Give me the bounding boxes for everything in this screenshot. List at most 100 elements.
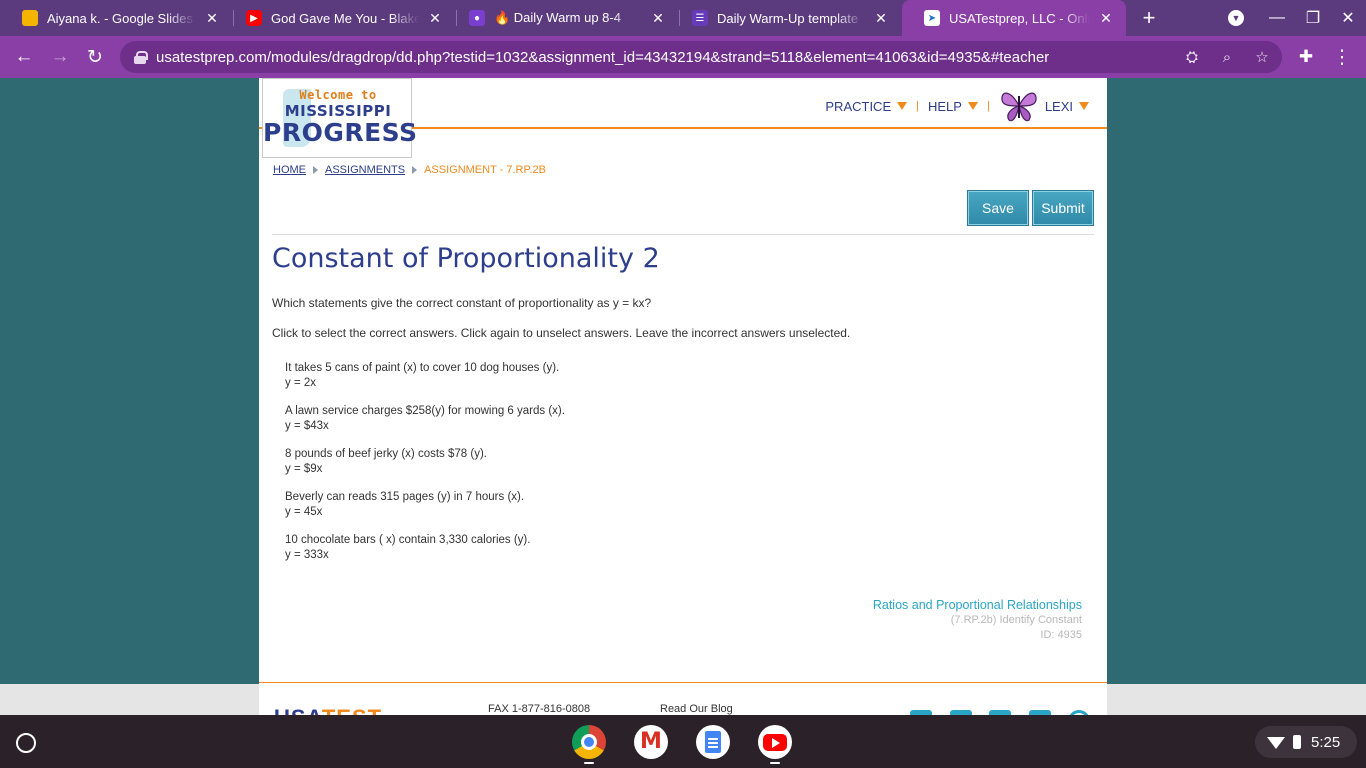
reload-icon[interactable]: ↻ bbox=[79, 41, 111, 73]
running-indicator bbox=[584, 762, 594, 764]
back-icon[interactable]: ← bbox=[8, 41, 40, 73]
close-icon[interactable]: ✕ bbox=[650, 10, 666, 27]
footer-logo-usa: USA bbox=[274, 705, 322, 715]
tab-search-icon[interactable]: ▼ bbox=[1218, 0, 1254, 36]
breadcrumb: HOME ASSIGNMENTS ASSIGNMENT - 7.RP.2B bbox=[273, 164, 546, 176]
tab-strip: Aiyana k. - Google Slides ✕ ▶ God Gave M… bbox=[0, 0, 1366, 36]
tab-daily-warm-up[interactable]: ● 🔥 Daily Warm up 8-4 ✕ bbox=[447, 0, 678, 36]
nav-separator: | bbox=[986, 100, 990, 112]
footer-blog-link[interactable]: Read Our Blog bbox=[660, 703, 733, 715]
butterfly-avatar-icon[interactable] bbox=[999, 88, 1039, 124]
tab-title: Aiyana k. - Google Slides bbox=[47, 10, 193, 26]
page-card: Welcome to MISSISSIPPI PROGRESS PRACTICE… bbox=[259, 78, 1107, 715]
chevron-right-icon bbox=[412, 166, 418, 174]
new-tab-icon[interactable]: + bbox=[1131, 0, 1167, 36]
browser-toolbar: ← → ↻ usatestprep.com/modules/dragdrop/d… bbox=[0, 36, 1366, 78]
usatestprep-footer-logo[interactable]: USATEST bbox=[274, 705, 382, 715]
question-prompt: Which statements give the correct consta… bbox=[272, 296, 652, 310]
forms-icon: ☰ bbox=[692, 10, 708, 26]
caret-down-icon bbox=[897, 102, 908, 110]
answer-equation: y = 45x bbox=[285, 506, 323, 518]
answer-equation: y = $43x bbox=[285, 420, 329, 432]
close-icon[interactable]: ✕ bbox=[427, 10, 443, 27]
answer-equation: y = 333x bbox=[285, 549, 329, 561]
answer-statement: It takes 5 cans of paint (x) to cover 10… bbox=[285, 362, 560, 374]
lock-icon[interactable] bbox=[134, 51, 148, 64]
caret-down-icon bbox=[967, 102, 978, 110]
practice-label: PRACTICE bbox=[825, 98, 892, 114]
breadcrumb-home[interactable]: HOME bbox=[273, 164, 306, 176]
tab-google-slides[interactable]: Aiyana k. - Google Slides ✕ bbox=[0, 0, 232, 36]
user-name: LEXI bbox=[1044, 98, 1073, 114]
answer-option-2[interactable]: A lawn service charges $258(y) for mowin… bbox=[285, 404, 565, 434]
question-meta: Ratios and Proportional Relationships (7… bbox=[873, 598, 1082, 643]
wifi-icon bbox=[1267, 737, 1285, 749]
status-tray[interactable]: 5:25 bbox=[1255, 726, 1357, 758]
chrome-icon[interactable] bbox=[572, 725, 606, 759]
minimize-icon[interactable]: — bbox=[1259, 0, 1295, 36]
standard-link[interactable]: Ratios and Proportional Relationships bbox=[873, 598, 1082, 613]
breadcrumb-assignments[interactable]: ASSIGNMENTS bbox=[325, 164, 405, 176]
footer-logo-test: TEST bbox=[322, 705, 382, 715]
user-menu[interactable]: LEXI bbox=[1045, 99, 1089, 114]
tab-usatestprep[interactable]: ➤ USATestprep, LLC - Online ✕ bbox=[902, 0, 1126, 36]
blocked-content-icon[interactable]: ⛭ bbox=[1180, 45, 1204, 69]
footer-fax: FAX 1-877-816-0808 bbox=[488, 703, 591, 715]
help-label: HELP bbox=[927, 98, 962, 114]
close-icon[interactable]: ✕ bbox=[873, 10, 889, 27]
tab-title: Daily Warm-Up template bbox=[717, 10, 859, 26]
tab-title: 🔥 Daily Warm up 8-4 bbox=[494, 10, 621, 25]
question-id: ID: 4935 bbox=[1040, 629, 1082, 641]
page-title: Constant of Proportionality 2 bbox=[272, 243, 660, 274]
save-button[interactable]: Save bbox=[967, 190, 1029, 226]
address-bar[interactable]: usatestprep.com/modules/dragdrop/dd.php?… bbox=[120, 41, 1282, 73]
usatestprep-icon: ➤ bbox=[924, 10, 940, 26]
close-icon[interactable]: ✕ bbox=[1098, 10, 1114, 27]
answer-option-4[interactable]: Beverly can reads 315 pages (y) in 7 hou… bbox=[285, 490, 524, 520]
close-icon[interactable]: ✕ bbox=[204, 10, 220, 27]
answer-statement: 8 pounds of beef jerky (x) costs $78 (y)… bbox=[285, 448, 487, 460]
tab-warm-up-template[interactable]: ☰ Daily Warm-Up template ✕ bbox=[670, 0, 901, 36]
google-docs-icon[interactable] bbox=[696, 725, 730, 759]
site-footer: USATEST FAX 1-877-816-0808 Read Our Blog bbox=[259, 682, 1107, 715]
close-window-icon[interactable]: ✕ bbox=[1330, 0, 1366, 36]
answer-option-1[interactable]: It takes 5 cans of paint (x) to cover 10… bbox=[285, 361, 559, 391]
os-shelf: M 5:25 bbox=[0, 715, 1366, 768]
slides-icon bbox=[22, 10, 38, 26]
caret-down-icon bbox=[1079, 102, 1089, 110]
submit-button[interactable]: Submit bbox=[1032, 190, 1094, 226]
answer-statement: 10 chocolate bars ( x) contain 3,330 cal… bbox=[285, 534, 531, 546]
nav-separator: | bbox=[916, 100, 919, 112]
answer-option-5[interactable]: 10 chocolate bars ( x) contain 3,330 cal… bbox=[285, 533, 530, 563]
running-indicator bbox=[770, 762, 780, 764]
chevron-right-icon bbox=[313, 166, 318, 174]
forward-icon[interactable]: → bbox=[44, 41, 76, 73]
element-label: (7.RP.2b) Identify Constant bbox=[950, 614, 1082, 626]
help-menu[interactable]: HELP bbox=[928, 99, 978, 114]
zoom-icon[interactable]: ⌕ bbox=[1215, 45, 1239, 69]
gmail-icon[interactable]: M bbox=[634, 725, 668, 759]
battery-icon bbox=[1293, 735, 1301, 749]
breadcrumb-current: ASSIGNMENT - 7.RP.2B bbox=[424, 164, 546, 176]
url-text[interactable]: usatestprep.com/modules/dragdrop/dd.php?… bbox=[156, 49, 1049, 66]
question-directions: Click to select the correct answers. Cli… bbox=[272, 326, 851, 340]
answer-option-3[interactable]: 8 pounds of beef jerky (x) costs $78 (y)… bbox=[285, 447, 487, 477]
restore-icon[interactable]: ❐ bbox=[1295, 0, 1331, 36]
tab-youtube[interactable]: ▶ God Gave Me You - Blake S ✕ bbox=[224, 0, 455, 36]
youtube-app-icon[interactable] bbox=[758, 725, 792, 759]
star-icon[interactable]: ☆ bbox=[1250, 45, 1274, 69]
practice-menu[interactable]: PRACTICE bbox=[825, 98, 908, 114]
tab-title: God Gave Me You - Blake S bbox=[271, 10, 419, 26]
logo-welcome: Welcome to bbox=[299, 88, 377, 102]
answer-statement: Beverly can reads 315 pages (y) in 7 hou… bbox=[285, 491, 525, 503]
extensions-icon[interactable]: ✚ bbox=[1290, 41, 1322, 73]
tab-title: USATestprep, LLC - Online bbox=[949, 10, 1090, 26]
mississippi-progress-logo[interactable]: Welcome to MISSISSIPPI PROGRESS bbox=[262, 78, 417, 158]
launcher-icon[interactable] bbox=[16, 733, 36, 753]
menu-icon[interactable]: ⋮ bbox=[1326, 41, 1358, 73]
answer-equation: y = 2x bbox=[285, 377, 317, 389]
answer-statement: A lawn service charges $258(y) for mowin… bbox=[285, 405, 565, 417]
clock-time: 5:25 bbox=[1311, 733, 1341, 751]
answer-equation: y = $9x bbox=[285, 463, 323, 475]
top-nav: PRACTICE | HELP | LEXI bbox=[825, 92, 1089, 122]
